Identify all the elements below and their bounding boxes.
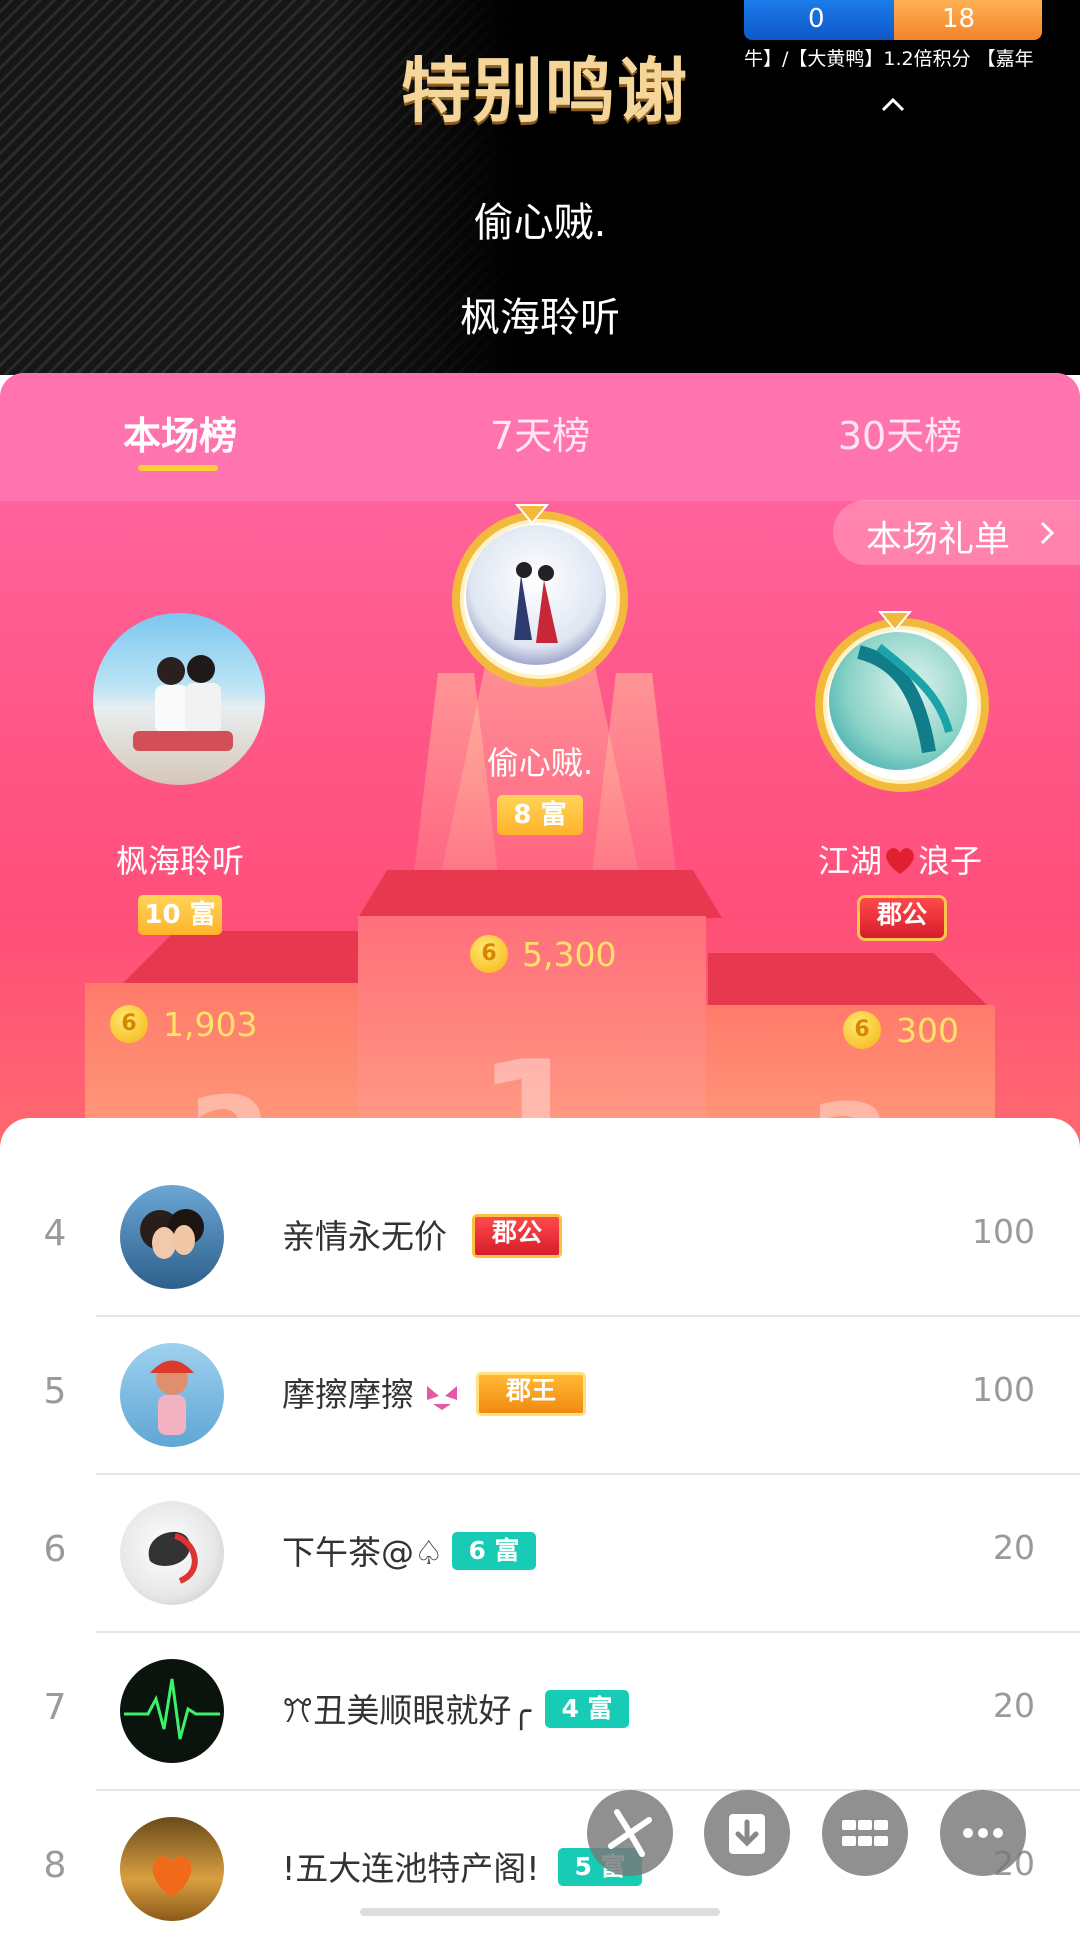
gift-list-button[interactable]: 本场礼单 [833,500,1080,565]
contribution-value: 20 [993,1686,1035,1725]
podium-3-top [708,953,990,1008]
list-item[interactable]: 8 !五大连池特产阁! 5 富 20 [0,1790,1080,1948]
score-right: 18 [942,4,976,34]
chevron-right-icon [1040,521,1055,545]
user-name-text: 下午茶@♤ [282,1533,444,1572]
couple-photo [133,655,233,751]
third-place-name-right: 浪子 [918,842,983,880]
avatar-illustration [514,562,558,643]
title-badge: 郡公 [857,895,947,941]
coin-icon: 6 [843,1011,881,1049]
heartbeat-icon [124,1678,220,1740]
tab-30-days[interactable]: 30天榜 [750,405,1050,460]
thanks-name-1: 偷心贼. [473,200,607,246]
first-place-avatar-frame[interactable] [452,511,628,687]
user-name-text: 亲情永无价 [282,1217,447,1256]
title-badge: 郡王 [476,1372,586,1416]
chevron-up-icon[interactable] [880,92,906,118]
third-place-score: 300 [896,1011,959,1050]
title-badge: 郡公 [472,1214,562,1258]
third-place-name: 江湖 浪子 [780,836,1020,882]
avatar[interactable] [93,613,265,785]
podium-1-top [358,870,722,918]
ranking-list: 4 亲情永无价 郡公 100 5 摩擦摩擦 郡王 100 6 下午茶@♤ 6 富… [0,1118,1080,1921]
wealth-badge: 8 富 [497,795,583,835]
user-name: ꔫ丑美顺眼就好╭ [282,1684,531,1732]
avatar [120,1501,224,1605]
user-name-text: ꔫ丑美顺眼就好╭ [282,1691,532,1730]
avatar-illustration [140,1209,204,1259]
second-place-name: 枫海聆听 [115,842,244,880]
wealth-badge: 6 富 [452,1532,536,1570]
rank-number: 8 [43,1845,67,1886]
first-place-score: 5,300 [522,935,617,974]
rank-number: 7 [43,1687,67,1728]
avatar-illustration [148,1531,198,1584]
list-item[interactable]: 6 下午茶@♤ 6 富 20 [0,1474,1080,1633]
download-icon [729,1814,765,1854]
avatar [120,1343,224,1447]
user-name: 下午茶@♤ [282,1526,444,1574]
thanks-header: 特别鸣谢 0 18 牛】/【大黄鸭】1.2倍积分 【嘉年 偷心贼. 枫海聆听 [0,0,1080,375]
avatar-illustration [857,643,953,754]
heart-icon [886,848,914,874]
rank-number: 4 [43,1213,67,1254]
grid-icon [842,1820,888,1846]
tab-7-days[interactable]: 7天榜 [390,405,690,460]
list-item[interactable]: 5 摩擦摩擦 郡王 100 [0,1316,1080,1475]
avatar [120,1659,224,1763]
crown-icon [515,504,549,525]
user-name-text: 摩擦摩擦 [282,1375,414,1414]
more-button[interactable] [940,1790,1026,1876]
gift-list-label: 本场礼单 [866,519,1011,560]
active-tab-indicator [138,465,218,471]
score-right-bar: 18 [894,0,1042,40]
user-name: 摩擦摩擦 [282,1368,459,1416]
contribution-value: 100 [972,1370,1035,1409]
download-button[interactable] [704,1790,790,1876]
user-name-text: !五大连池特产阁! [282,1849,540,1888]
rank-number: 6 [43,1529,67,1570]
second-place-score: 1,903 [163,1005,258,1044]
avatar [466,525,606,665]
score-left-bar: 0 [744,0,894,40]
pinwheel-button[interactable] [587,1790,673,1876]
first-place-name: 偷心贼. [486,744,594,782]
avatar-illustration [152,1856,192,1897]
more-icon [963,1828,1003,1838]
list-item[interactable]: 7 ꔫ丑美顺眼就好╭ 4 富 20 [0,1632,1080,1791]
ranking-panel: 本场榜 7天榜 30天榜 本场礼单 2 3 1 枫海聆听 10 富 6 1,90… [0,373,1080,1153]
ranking-tabs: 本场榜 7天榜 30天榜 [0,373,1080,501]
avatar [120,1185,224,1289]
wealth-badge: 10 富 [138,895,222,935]
wealth-badge: 4 富 [545,1690,629,1728]
avatar [120,1817,224,1921]
user-name: !五大连池特产阁! [282,1842,539,1890]
coin-icon: 6 [110,1005,148,1043]
third-place-name-left: 江湖 [817,842,882,880]
coin-icon: 6 [470,935,508,973]
special-thanks-title: 特别鸣谢 [401,50,689,132]
pinwheel-icon [608,1809,652,1857]
pk-score-bar: 0 18 [744,0,1042,40]
score-left: 0 [808,4,825,34]
bonus-ticker: 牛】/【大黄鸭】1.2倍积分 【嘉年 [744,48,1034,70]
home-indicator [360,1908,720,1916]
contribution-value: 20 [993,1528,1035,1567]
grid-button[interactable] [822,1790,908,1876]
user-name: 亲情永无价 [282,1210,447,1258]
list-item[interactable]: 4 亲情永无价 郡公 100 [0,1158,1080,1317]
thanks-name-2: 枫海聆听 [460,295,620,341]
tab-this-show[interactable]: 本场榜 [30,405,330,460]
contribution-value: 100 [972,1212,1035,1251]
podium-2-top [120,931,370,986]
crown-icon [878,611,912,632]
third-place-avatar-frame[interactable] [815,618,989,792]
rank-number: 5 [43,1371,67,1412]
bikini-icon [426,1386,457,1410]
avatar-illustration [150,1360,194,1435]
avatar [829,632,967,770]
